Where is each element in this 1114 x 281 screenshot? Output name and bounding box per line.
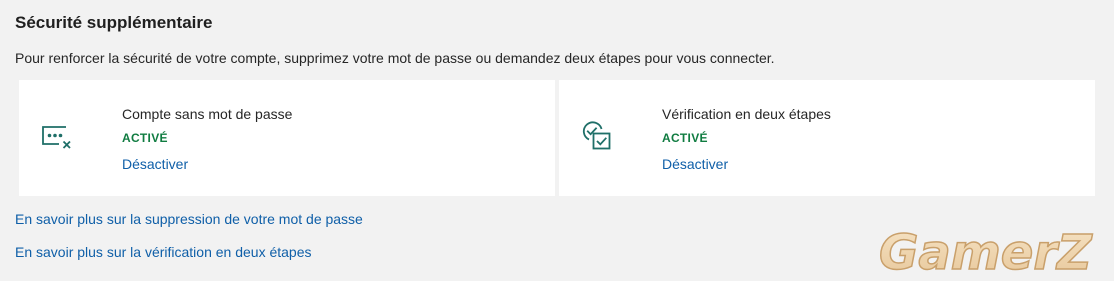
deactivate-passwordless-link[interactable]: Désactiver xyxy=(122,156,188,172)
card-title: Vérification en deux étapes xyxy=(662,106,831,122)
card-title: Compte sans mot de passe xyxy=(122,106,293,122)
two-step-verification-card: Vérification en deux étapes ACTIVÉ Désac… xyxy=(559,80,1095,196)
learn-more-two-step-link[interactable]: En savoir plus sur la vérification en de… xyxy=(15,244,312,260)
status-label: ACTIVÉ xyxy=(122,131,168,145)
gamerz-watermark-logo: GamerZ xyxy=(878,224,1094,278)
section-description: Pour renforcer la sécurité de votre comp… xyxy=(15,50,775,66)
deactivate-two-step-link[interactable]: Désactiver xyxy=(662,156,728,172)
two-step-verification-icon xyxy=(579,118,615,154)
section-title: Sécurité supplémentaire xyxy=(15,13,213,32)
watermark-text: GamerZ xyxy=(879,225,1093,278)
learn-more-remove-password-link[interactable]: En savoir plus sur la suppression de vot… xyxy=(15,211,363,227)
status-label: ACTIVÉ xyxy=(662,131,708,145)
passwordless-icon xyxy=(39,118,75,154)
passwordless-card: Compte sans mot de passe ACTIVÉ Désactiv… xyxy=(19,80,555,196)
